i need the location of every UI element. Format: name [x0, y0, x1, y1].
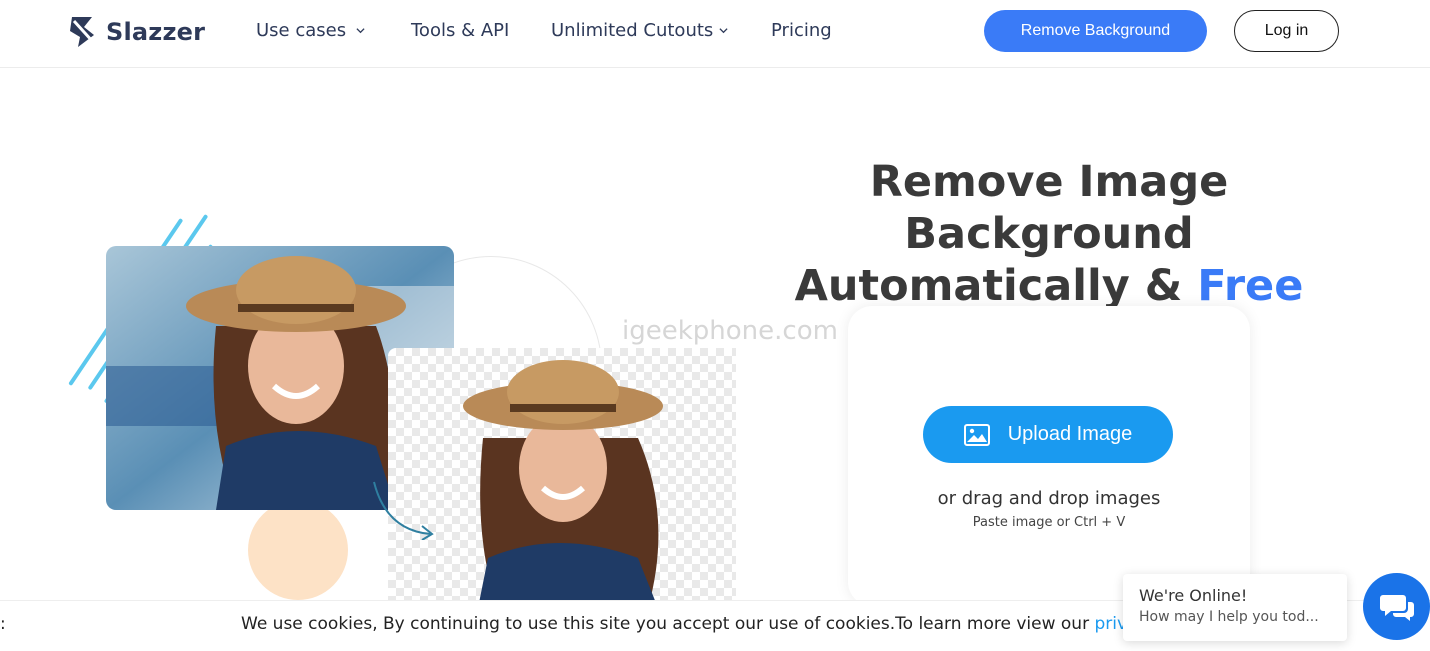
cookie-message: We use cookies, By continuing to use thi…	[241, 614, 1137, 634]
chevron-down-icon	[719, 28, 728, 34]
chat-title: We're Online!	[1139, 586, 1248, 605]
logo[interactable]: Slazzer	[66, 12, 205, 52]
upload-dropzone[interactable]: Upload Image or drag and drop images Pas…	[848, 306, 1250, 606]
cookie-text: We use cookies, By continuing to use thi…	[241, 614, 1095, 634]
cutout-photo	[388, 348, 736, 608]
login-button[interactable]: Log in	[1234, 10, 1339, 52]
chat-greeting[interactable]: We're Online! How may I help you tod...	[1123, 574, 1347, 641]
headline-line1: Remove Image Background	[869, 157, 1229, 259]
watermark-text: igeekphone.com	[622, 316, 838, 346]
nav-unlimited-cutouts[interactable]: Unlimited Cutouts	[551, 20, 728, 41]
nav-tools-api[interactable]: Tools & API	[411, 20, 509, 41]
chat-icon	[1379, 594, 1414, 621]
nav-label: Pricing	[771, 20, 832, 41]
upload-button-label: Upload Image	[1007, 423, 1133, 445]
headline-line2: Automatically &	[794, 261, 1198, 311]
nav-label: Unlimited Cutouts	[551, 20, 714, 41]
slazzer-logo-icon	[70, 17, 96, 47]
curved-arrow-icon	[373, 481, 434, 540]
chat-launcher-button[interactable]	[1363, 573, 1430, 640]
remove-background-button[interactable]: Remove Background	[984, 10, 1207, 52]
nav-label: Use cases	[256, 20, 347, 41]
site-header: Slazzer Use cases Tools & API Unlimited …	[0, 0, 1430, 68]
paste-hint-text: Paste image or Ctrl + V	[972, 515, 1126, 530]
nav-pricing[interactable]: Pricing	[771, 20, 832, 41]
upload-image-button[interactable]: Upload Image	[923, 406, 1173, 463]
drag-drop-text: or drag and drop images	[937, 488, 1161, 509]
headline-highlight: Free	[1197, 261, 1304, 311]
image-icon	[963, 423, 990, 446]
chat-subtitle: How may I help you tod...	[1139, 609, 1319, 625]
nav-label: Tools & API	[411, 20, 510, 41]
chevron-down-icon	[356, 28, 365, 34]
page-title: Remove Image Background Automatically & …	[760, 156, 1338, 312]
decorative-peach-circle	[248, 500, 348, 600]
nav-use-cases[interactable]: Use cases	[256, 20, 365, 41]
cookie-edge-char: :	[0, 614, 6, 634]
woman-photo-cutout	[463, 360, 663, 608]
brand-name: Slazzer	[106, 18, 206, 46]
